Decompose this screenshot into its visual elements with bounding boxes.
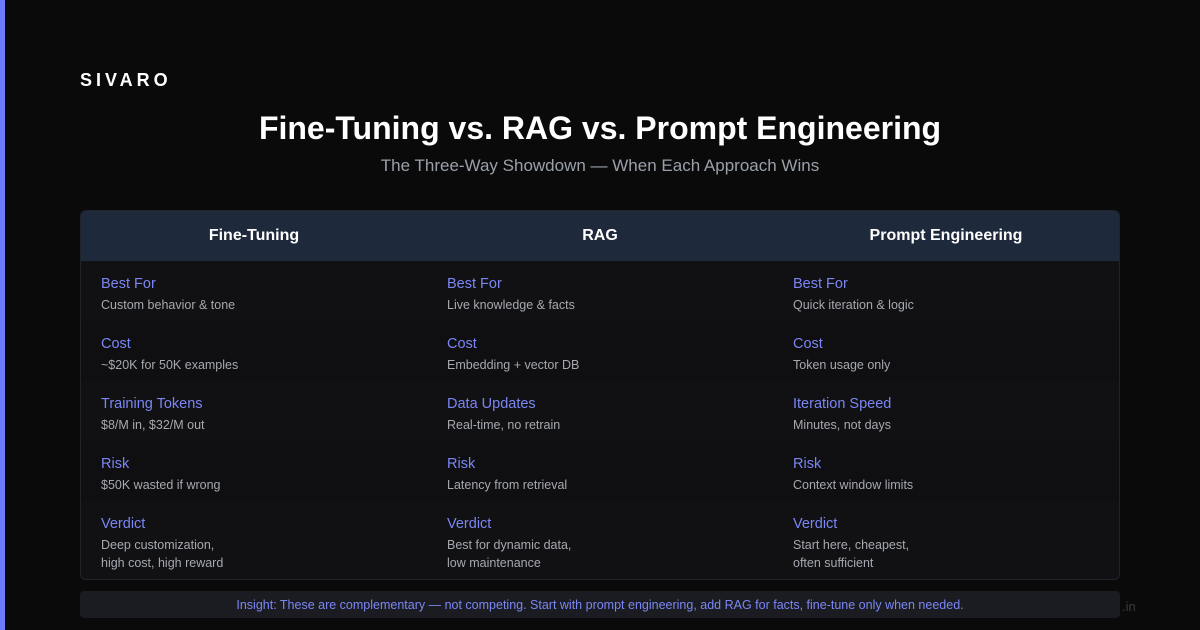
table-cell: Iteration Speed Minutes, not days <box>773 381 1119 441</box>
cell-value: Custom behavior & tone <box>101 298 236 312</box>
cell-label: Iteration Speed <box>793 396 892 412</box>
cell-label: Risk <box>447 456 476 472</box>
table-cell: Risk Context window limits <box>773 441 1119 501</box>
table-cell: Best For Quick iteration & logic <box>773 261 1119 321</box>
table-cell: Risk Latency from retrieval <box>427 441 773 501</box>
cell-label: Cost <box>101 336 131 352</box>
cell-value: $50K wasted if wrong <box>101 478 221 492</box>
page-title: Fine-Tuning vs. RAG vs. Prompt Engineeri… <box>258 110 942 146</box>
table-cell: Cost Token usage only <box>773 321 1119 381</box>
table-row-best-for: Best For Custom behavior & tone Best For… <box>81 261 1119 321</box>
table-cell: Verdict Deep customization, high cost, h… <box>81 501 427 579</box>
cell-label: Verdict <box>101 516 146 532</box>
cell-value: Real-time, no retrain <box>447 418 561 432</box>
table-cell: Best For Custom behavior & tone <box>81 261 427 321</box>
column-header-rag: RAG <box>582 227 618 244</box>
table-cell: Verdict Best for dynamic data, low maint… <box>427 501 773 579</box>
cell-value: ~$20K for 50K examples <box>101 358 239 372</box>
cell-value: Token usage only <box>793 358 891 372</box>
cell-label: Best For <box>793 276 848 292</box>
table-cell: Training Tokens $8/M in, $32/M out <box>81 381 427 441</box>
cell-value-line2: high cost, high reward <box>101 556 224 570</box>
table-cell: Cost ~$20K for 50K examples <box>81 321 427 381</box>
cell-value-line2: low maintenance <box>447 556 541 570</box>
cell-value: Latency from retrieval <box>447 478 568 492</box>
cell-label: Risk <box>793 456 822 472</box>
cell-label: Training Tokens <box>101 396 203 412</box>
cell-value-line2: often sufficient <box>793 556 874 570</box>
brand-logo: SIVARO <box>80 70 172 90</box>
page: SIVARO Fine-Tuning vs. RAG vs. Prompt En… <box>0 0 1200 630</box>
table-row-risk: Risk $50K wasted if wrong Risk Latency f… <box>81 441 1119 501</box>
table-row-cost: Cost ~$20K for 50K examples Cost Embeddi… <box>81 321 1119 381</box>
cell-value: Live knowledge & facts <box>447 298 575 312</box>
cell-value: Context window limits <box>793 478 914 492</box>
accent-bar <box>0 0 5 630</box>
cell-label: Verdict <box>447 516 492 532</box>
cell-label: Risk <box>101 456 130 472</box>
cell-label: Verdict <box>793 516 838 532</box>
table-cell: Risk $50K wasted if wrong <box>81 441 427 501</box>
column-header-fine-tuning: Fine-Tuning <box>208 227 300 244</box>
cell-value: Quick iteration & logic <box>793 298 914 312</box>
cell-label: Cost <box>447 336 477 352</box>
table-cell: Cost Embedding + vector DB <box>427 321 773 381</box>
page-subtitle: The Three-Way Showdown — When Each Appro… <box>380 156 820 175</box>
cell-label: Best For <box>101 276 156 292</box>
cell-label: Cost <box>793 336 823 352</box>
table-row-verdict: Verdict Deep customization, high cost, h… <box>81 501 1119 579</box>
cell-value: $8/M in, $32/M out <box>101 418 205 432</box>
table-row-third: Training Tokens $8/M in, $32/M out Data … <box>81 381 1119 441</box>
cell-value: Embedding + vector DB <box>447 358 580 372</box>
table-header-row: Fine-Tuning RAG Prompt Engineering <box>81 211 1119 261</box>
comparison-table: Fine-Tuning RAG Prompt Engineering Best … <box>80 210 1120 580</box>
column-header-prompt-engineering: Prompt Engineering <box>869 227 1023 244</box>
table-cell: Best For Live knowledge & facts <box>427 261 773 321</box>
cell-value: Minutes, not days <box>793 418 891 432</box>
watermark: .in <box>1122 599 1136 614</box>
table-cell: Data Updates Real-time, no retrain <box>427 381 773 441</box>
cell-value: Deep customization, <box>101 538 215 552</box>
cell-label: Data Updates <box>447 396 536 412</box>
insight-banner: Insight: These are complementary — not c… <box>80 591 1120 618</box>
cell-label: Best For <box>447 276 502 292</box>
cell-value: Start here, cheapest, <box>793 538 910 552</box>
table-cell: Verdict Start here, cheapest, often suff… <box>773 501 1119 579</box>
cell-value: Best for dynamic data, <box>447 538 572 552</box>
